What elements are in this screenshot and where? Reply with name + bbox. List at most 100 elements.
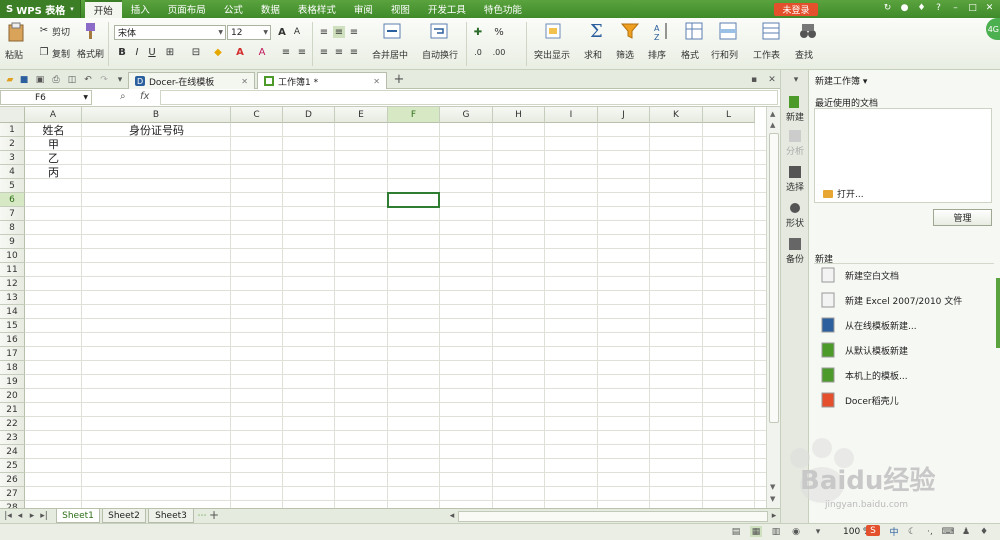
row-header-4[interactable]: 4 (0, 165, 25, 179)
scroll-up-icon[interactable]: ▲ (770, 121, 775, 129)
format-painter-button[interactable] (80, 22, 98, 40)
column-header-D[interactable]: D (283, 107, 335, 123)
row-header-23[interactable]: 23 (0, 431, 25, 445)
prev-sheet-icon[interactable]: ◂ (14, 510, 26, 521)
ime-lang-icon[interactable]: 中 (888, 526, 900, 538)
last-sheet-icon[interactable]: ▸| (38, 510, 50, 521)
doc-tab-workbook[interactable]: 工作簿1 * ✕ (257, 72, 387, 89)
cut-button[interactable]: 剪切 (52, 25, 70, 38)
horizontal-scrollbar[interactable] (458, 511, 768, 522)
merge-cells-icon[interactable]: ⊟ (190, 46, 202, 58)
column-header-G[interactable]: G (440, 107, 493, 123)
column-header-H[interactable]: H (493, 107, 545, 123)
row-header-20[interactable]: 20 (0, 389, 25, 403)
manage-button[interactable]: 管理 (933, 209, 992, 226)
row-header-26[interactable]: 26 (0, 473, 25, 487)
name-box[interactable]: F6 ▼ (0, 90, 92, 105)
side-select-button[interactable]: 选择 (781, 166, 809, 193)
keyboard-icon[interactable]: ⌨ (942, 526, 955, 537)
decrease-decimal-icon[interactable]: .00 (493, 46, 506, 58)
row-header-1[interactable]: 1 (0, 123, 25, 137)
align-top-icon[interactable]: ≡ (318, 26, 330, 38)
wrap-text-button[interactable] (430, 22, 448, 40)
font-size-select[interactable]: 12 ▼ (227, 25, 271, 40)
cell-B1[interactable]: 身份证号码 (82, 123, 231, 137)
task-pane-title[interactable]: 新建工作簿 ▾ (815, 74, 867, 87)
row-header-10[interactable]: 10 (0, 249, 25, 263)
close-window-icon[interactable]: ✕ (766, 74, 778, 85)
menu-tab-4[interactable]: 数据 (252, 0, 289, 18)
close-tab-icon[interactable]: ✕ (241, 77, 248, 86)
row-header-8[interactable]: 8 (0, 221, 25, 235)
align-left-icon[interactable]: ≡ (318, 46, 330, 58)
ime-moon-icon[interactable]: ☾ (906, 526, 918, 537)
new-option-3[interactable]: 从默认模板新建 (821, 342, 908, 358)
new-option-4[interactable]: 本机上的模板... (821, 367, 908, 383)
row-header-13[interactable]: 13 (0, 291, 25, 305)
close-icon[interactable]: ✕ (984, 2, 995, 14)
sum-button[interactable]: Σ (588, 20, 606, 40)
row-header-7[interactable]: 7 (0, 207, 25, 221)
italic-button[interactable]: I (131, 46, 143, 58)
user-icon[interactable]: ♟ (960, 526, 972, 537)
worksheet-button[interactable] (761, 21, 781, 41)
increase-font-icon[interactable]: A (276, 26, 288, 38)
row-header-19[interactable]: 19 (0, 375, 25, 389)
user-icon[interactable]: ● (899, 2, 910, 14)
function-icon[interactable]: fx (140, 91, 149, 102)
row-header-16[interactable]: 16 (0, 333, 25, 347)
first-sheet-icon[interactable]: |◂ (2, 510, 14, 521)
cell-A3[interactable]: 乙 (25, 151, 82, 165)
skin-icon[interactable]: ♦ (916, 2, 927, 14)
shirt-icon[interactable]: ♦ (978, 526, 990, 537)
side-shape-button[interactable]: 形状 (781, 202, 809, 229)
row-header-9[interactable]: 9 (0, 235, 25, 249)
sheet-tab-3[interactable]: Sheet3 (148, 509, 194, 523)
page-break-view-icon[interactable]: ▦ (750, 526, 762, 537)
help-icon[interactable]: ? (933, 2, 944, 14)
refresh-icon[interactable]: ↻ (882, 2, 893, 14)
redo-icon[interactable]: ↷ (98, 74, 110, 85)
sheet-tab-2[interactable]: Sheet2 (102, 509, 146, 523)
login-button[interactable]: 未登录 (774, 3, 818, 16)
menu-tab-5[interactable]: 表格样式 (289, 0, 345, 18)
column-header-I[interactable]: I (545, 107, 598, 123)
row-header-25[interactable]: 25 (0, 459, 25, 473)
eye-protection-icon[interactable]: ◉ (790, 526, 802, 537)
reading-view-icon[interactable]: ▥ (770, 526, 782, 537)
side-new-button[interactable]: 新建 (781, 96, 809, 123)
row-header-14[interactable]: 14 (0, 305, 25, 319)
pane-dropdown-icon[interactable]: ▾ (790, 74, 802, 85)
new-option-0[interactable]: 新建空白文档 (821, 267, 899, 283)
column-header-F[interactable]: F (388, 107, 440, 123)
underline-button[interactable]: U (146, 46, 158, 58)
column-header-K[interactable]: K (650, 107, 703, 123)
open-link[interactable]: 打开... (823, 187, 864, 200)
clear-format-icon[interactable]: A (256, 46, 268, 58)
side-backup-button[interactable]: 备份 (781, 238, 809, 265)
row-header-21[interactable]: 21 (0, 403, 25, 417)
highlight-button[interactable] (544, 22, 562, 40)
menu-tab-8[interactable]: 开发工具 (419, 0, 475, 18)
outdent-icon[interactable]: ≡ (296, 46, 308, 58)
new-option-2[interactable]: 从在线模板新建... (821, 317, 917, 333)
add-sheet-icon[interactable]: + (208, 508, 220, 522)
align-center-icon[interactable]: ≡ (333, 46, 345, 58)
print-preview-icon[interactable]: ▣ (34, 74, 46, 85)
align-right-icon[interactable]: ≡ (348, 46, 360, 58)
row-header-12[interactable]: 12 (0, 277, 25, 291)
column-header-L[interactable]: L (703, 107, 755, 123)
copy-button[interactable]: 复制 (52, 47, 70, 60)
row-header-18[interactable]: 18 (0, 361, 25, 375)
font-color-icon[interactable]: A (234, 46, 246, 58)
row-header-6[interactable]: 6 (0, 193, 25, 207)
ime-punct-icon[interactable]: ·, (924, 526, 936, 537)
spreadsheet-grid[interactable]: A B C D E F G H I J K L 1 2 3 4 5 6 7 8 9 10 11 12 13 14 15 16 17 18 1… (0, 107, 766, 508)
font-name-select[interactable]: 宋体 ▼ (114, 25, 226, 40)
column-header-B[interactable]: B (82, 107, 231, 123)
save-icon[interactable]: ■ (18, 74, 30, 85)
print-icon[interactable]: ⎙ (50, 74, 62, 85)
menu-tab-0[interactable]: 开始 (84, 0, 122, 18)
row-header-11[interactable]: 11 (0, 263, 25, 277)
column-header-E[interactable]: E (335, 107, 388, 123)
